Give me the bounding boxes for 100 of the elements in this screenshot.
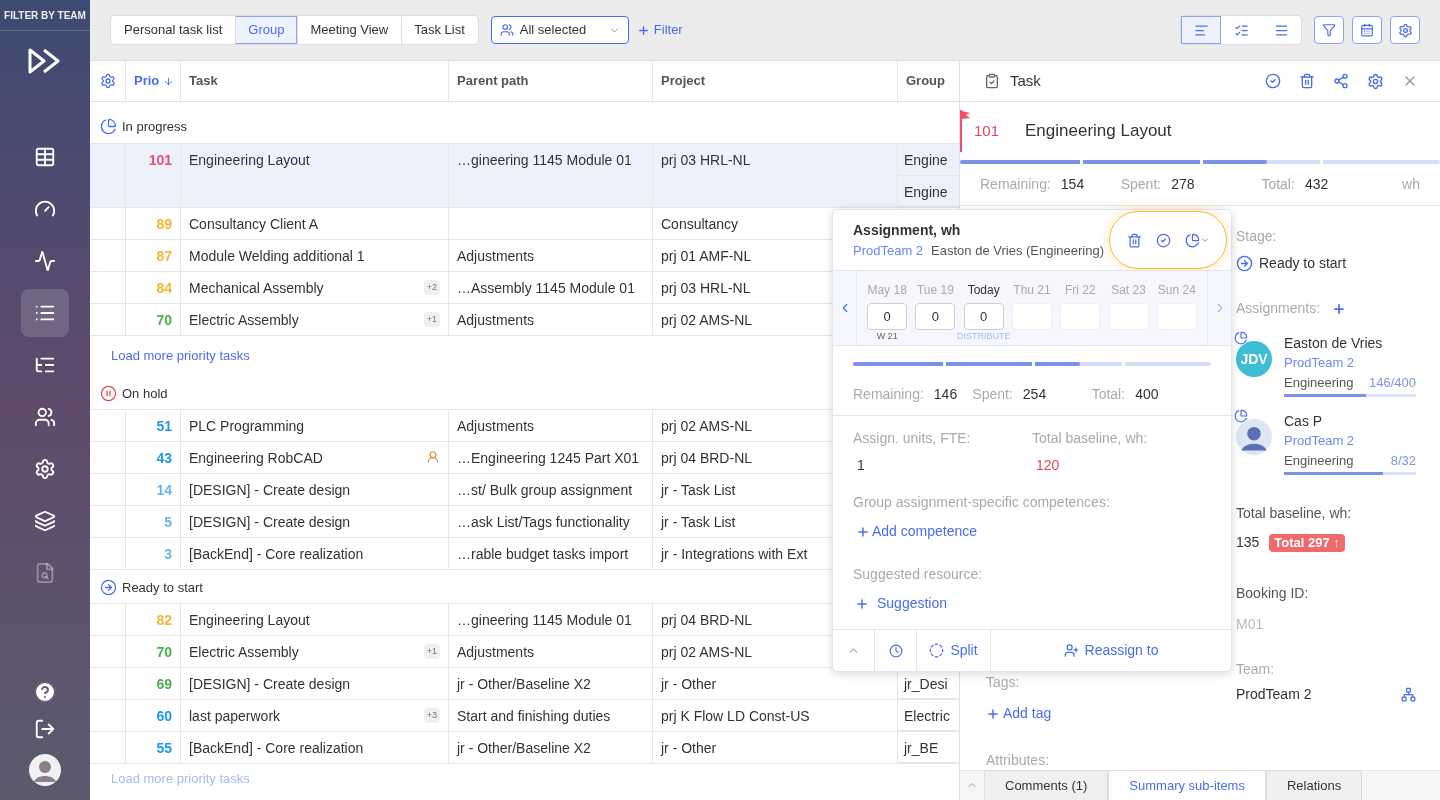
add-tag-link[interactable]: Add tag <box>986 703 1236 724</box>
priority-number: 14 <box>156 481 172 500</box>
settings-button[interactable] <box>1390 16 1420 44</box>
check-circle-icon[interactable] <box>1155 232 1171 248</box>
stat-value: 278 <box>1171 175 1195 194</box>
stat-label: Total: <box>1261 175 1295 194</box>
task-name[interactable]: Electric Assembly <box>189 310 299 331</box>
stat-label: Spent: <box>1120 175 1162 194</box>
field-label: Total baseline, wh: <box>1236 504 1353 523</box>
priority-number: 82 <box>156 611 172 630</box>
panel-tab[interactable]: Summary sub-items <box>1108 770 1266 800</box>
stat-label: Total: <box>1091 385 1126 404</box>
person-name: Easton de Vries (Engineering) <box>931 241 1105 260</box>
field-label: Attributes: <box>986 751 1051 770</box>
task-name[interactable]: Engineering RobCAD <box>189 448 323 469</box>
task-name[interactable]: [DESIGN] - Create design <box>189 512 351 533</box>
split-button[interactable]: Split <box>917 630 991 671</box>
pie-menu-icon[interactable] <box>1184 232 1210 248</box>
count-tag: +1 <box>423 644 440 659</box>
parent-path: …ask List/Tags functionality <box>457 513 630 532</box>
users-icon <box>34 406 56 428</box>
task-name[interactable]: Electric Assembly <box>189 642 299 663</box>
team-select[interactable]: All selected <box>490 16 629 44</box>
priority-number: 87 <box>156 247 172 266</box>
help-icon[interactable] <box>33 680 57 704</box>
task-name[interactable]: last paperwork <box>189 706 281 727</box>
settings-icon[interactable] <box>1367 72 1384 90</box>
hours-input[interactable]: 0 <box>867 303 908 330</box>
add-competence-link[interactable]: Add competence <box>856 521 1211 542</box>
check-circle-icon[interactable] <box>1265 73 1281 89</box>
settings-icon[interactable] <box>99 73 116 89</box>
selected-row[interactable]: 101 Engineering Layout …gineering 1145 Module 01 prj 03 HRL-NL Engine Engine <box>90 144 959 208</box>
task-name[interactable]: [DESIGN] - Create design <box>189 674 351 695</box>
parent-path: …Engineering 1245 Part X01 <box>457 449 640 468</box>
task-name[interactable]: PLC Programming <box>189 416 305 437</box>
column-header[interactable]: Project <box>661 71 706 91</box>
logo-icon <box>28 48 62 74</box>
logout-icon[interactable] <box>34 718 56 740</box>
assignee-item[interactable]: Cas P ProdTeam 2 Engineering 8/32 <box>1236 411 1416 475</box>
group-name: Engine <box>904 152 948 168</box>
baseline-value: 135 <box>1236 533 1260 552</box>
assignee-name: Easton de Vries <box>1284 334 1384 353</box>
task-name[interactable]: Engineering Layout <box>189 150 310 171</box>
assignee-item[interactable]: JDV Easton de Vries ProdTeam 2 Engineering 146/400 <box>1236 333 1416 397</box>
plus-icon <box>856 524 870 539</box>
plus-icon <box>986 706 1000 721</box>
task-name[interactable]: Mechanical Assembly <box>189 278 324 299</box>
calendar-button[interactable] <box>1352 16 1382 44</box>
trash-icon[interactable] <box>1299 73 1315 89</box>
priority-number: 51 <box>156 417 172 436</box>
project-name: prj 04 BRD-NL <box>661 449 753 468</box>
trash-icon[interactable] <box>1126 232 1142 248</box>
filter-link[interactable]: Filter <box>636 20 683 40</box>
field-label: Group assignment-specific competences: <box>853 493 1111 512</box>
field-label: Suggested resource: <box>853 565 984 584</box>
task-name[interactable]: Consultancy Client A <box>189 214 319 235</box>
load-more-link[interactable]: Load more priority tasks <box>111 346 250 366</box>
sidebar-header[interactable]: FILTER BY TEAM <box>4 7 86 23</box>
hierarchy-icon[interactable] <box>1401 687 1416 702</box>
filter-button[interactable] <box>1314 16 1344 44</box>
column-header[interactable]: Parent path <box>457 71 529 91</box>
count-tag: +3 <box>423 708 440 723</box>
arrow-circle-icon <box>1236 255 1253 272</box>
task-name[interactable]: Engineering Layout <box>189 610 310 631</box>
task-name[interactable]: [BackEnd] - Core realization <box>189 738 364 759</box>
share-icon[interactable] <box>1333 73 1349 89</box>
baseline-value: 120 <box>1036 456 1061 475</box>
nav-item[interactable] <box>21 289 69 337</box>
panel-tab[interactable]: Relations <box>1265 770 1363 800</box>
panel-tab[interactable]: Comments (1) <box>984 770 1109 800</box>
column-header[interactable]: Prio <box>134 71 175 91</box>
view-tab[interactable]: Meeting View <box>297 16 402 44</box>
panel-title: Task <box>1010 70 1041 91</box>
hours-input[interactable]: 0 <box>915 303 956 330</box>
field-label: Assign. units, FTE: <box>853 429 972 448</box>
task-name[interactable]: Module Welding additional 1 <box>189 246 365 267</box>
hours-value: 8/32 <box>1390 452 1416 470</box>
add-icon[interactable] <box>1332 301 1347 316</box>
parent-path: Adjustments <box>457 643 535 662</box>
project-name: prj 02 AMS-NL <box>661 417 753 436</box>
column-header[interactable]: Task <box>189 71 218 91</box>
view-tab[interactable]: Group <box>235 16 298 44</box>
view-tab[interactable]: Task List <box>401 16 478 44</box>
task-name[interactable]: [DESIGN] - Create design <box>189 480 351 501</box>
calendar-icon <box>1360 23 1374 37</box>
day-label: Today <box>967 282 1000 299</box>
view-button[interactable] <box>1181 16 1221 44</box>
suggestion-link[interactable]: Suggestion <box>855 593 1211 614</box>
hours-input[interactable]: 0 <box>963 303 1004 330</box>
task-name[interactable]: [BackEnd] - Core realization <box>189 544 364 565</box>
parent-path: Start and finishing duties <box>457 707 611 726</box>
column-header[interactable]: Group <box>906 71 945 91</box>
units-value: 1 <box>857 456 866 475</box>
stat-value: 400 <box>1135 385 1159 404</box>
reassign-button[interactable]: Reassign to <box>991 630 1231 671</box>
project-name: jr - Other <box>661 739 717 758</box>
pause-icon <box>100 385 117 402</box>
stat-value: 432 <box>1304 175 1329 194</box>
view-tab[interactable]: Personal task list <box>111 16 236 44</box>
project-name: jr - Integrations with Ext <box>661 545 808 564</box>
